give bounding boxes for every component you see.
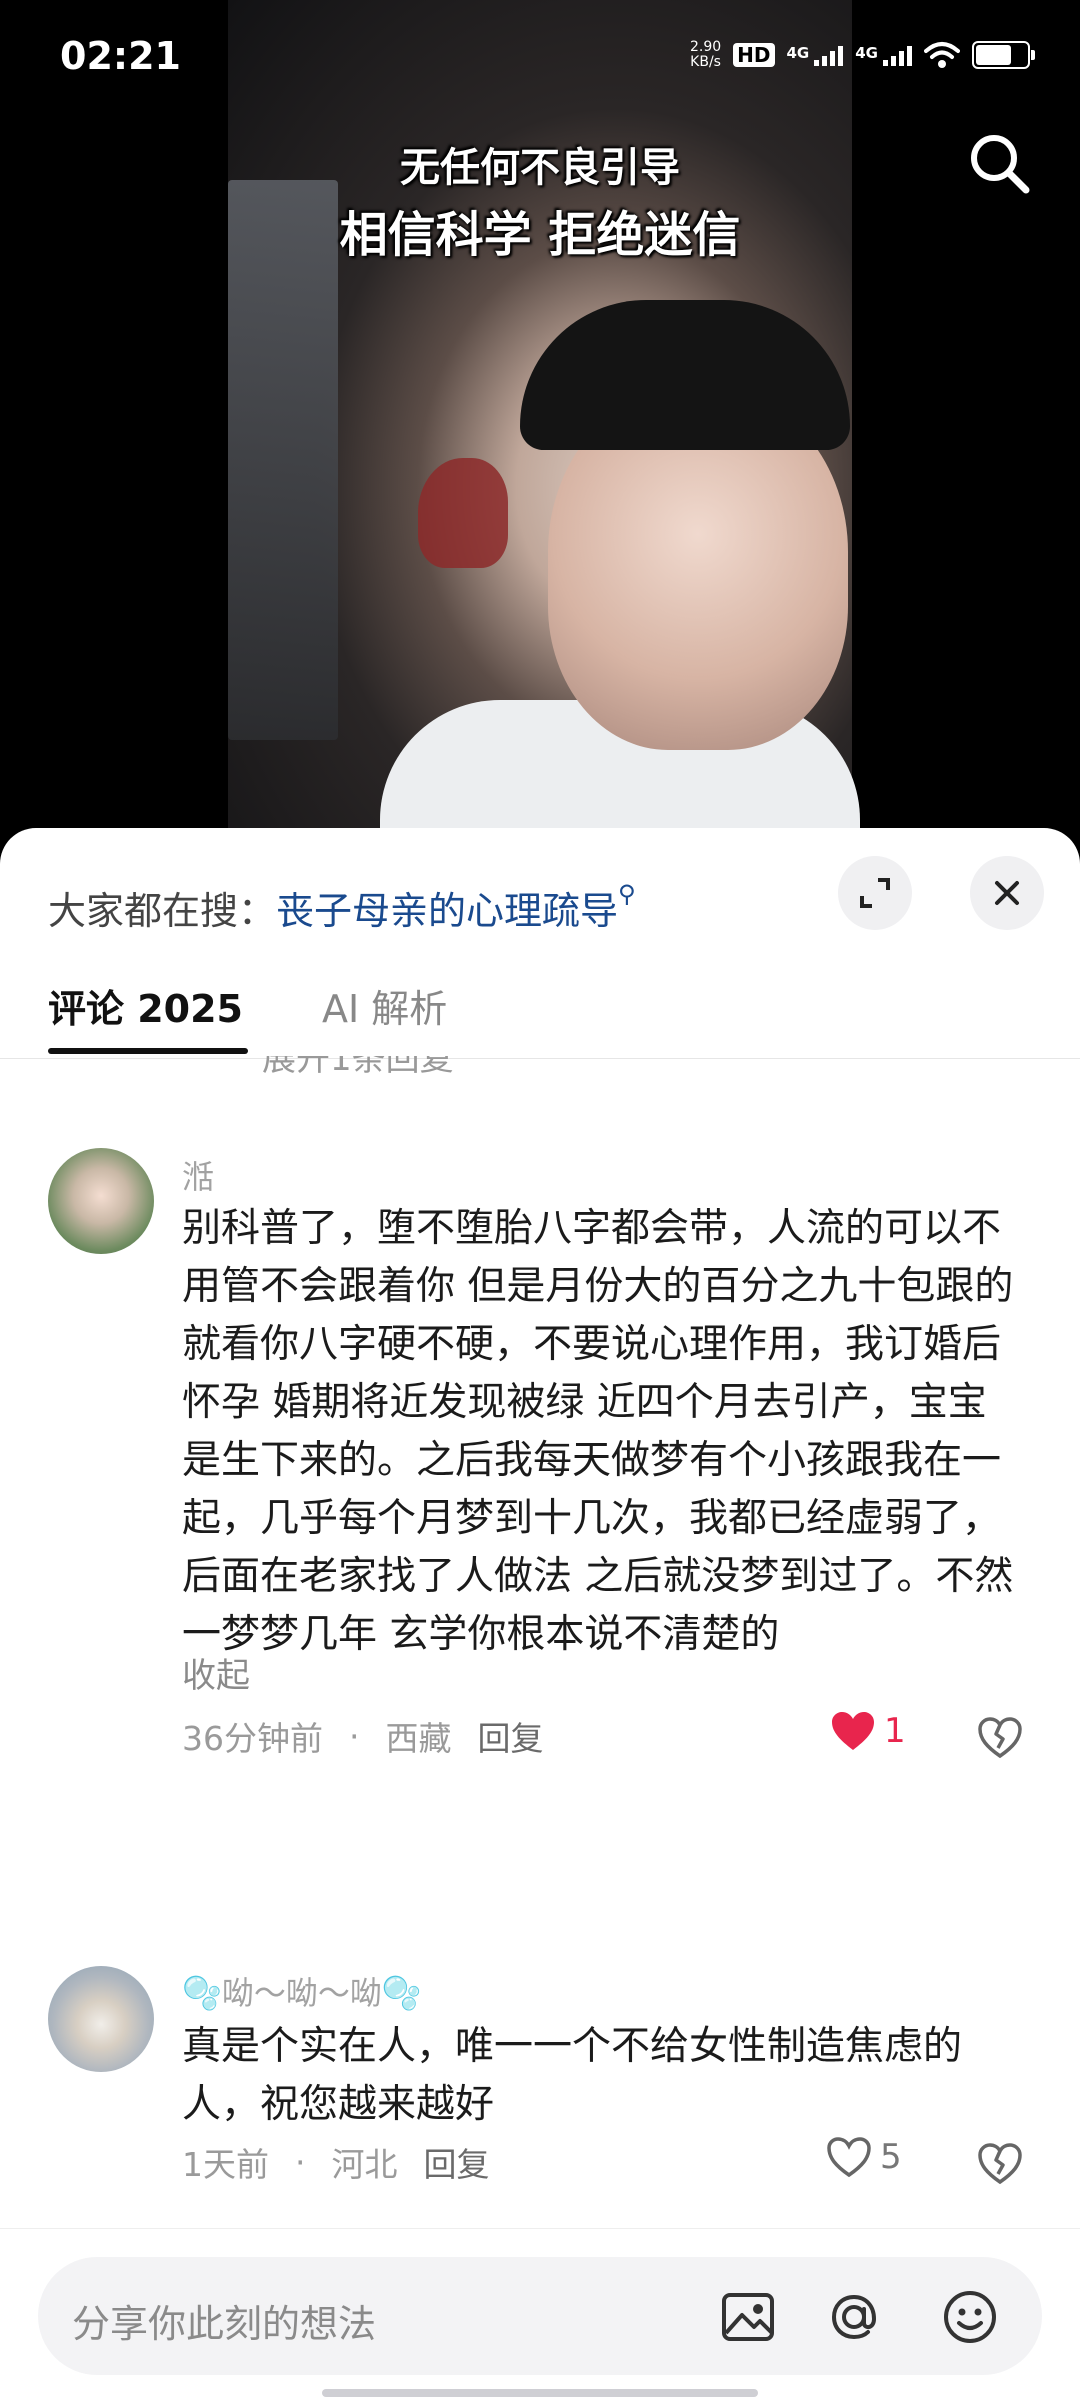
collapse-link[interactable]: 收起 [182,1648,250,1697]
meta-dot: · [349,1716,360,1756]
signal-sim1-icon: 4G [787,44,844,66]
wifi-icon [924,42,960,68]
comment-input-placeholder: 分享你此刻的想法 [72,2302,377,2346]
heart-outline-icon [827,2137,871,2178]
avatar[interactable] [48,1148,154,1254]
like-button[interactable]: 1 [830,1710,906,1752]
comment-tabs: 评论 2025 AI 解析 [0,978,1080,1059]
status-time: 02:21 [60,34,181,78]
network-speed-value: 2.90 [689,39,722,55]
heart-filled-icon [832,1712,874,1750]
dislike-icon[interactable] [976,1714,1024,1762]
comment-input[interactable]: 分享你此刻的想法 [38,2257,1042,2375]
comment-meta: 36分钟前 · 西藏 回复 [182,1712,544,1760]
video-player[interactable] [0,0,1080,840]
dislike-icon[interactable] [976,2140,1024,2188]
video-caption-line-2: 相信科学 拒绝迷信 [339,207,741,263]
hd-voice-icon: HD [733,43,775,67]
tab-ai-analysis[interactable]: AI 解析 [322,978,447,1033]
comment-username[interactable]: 湉 [182,1152,214,1198]
battery-level [976,45,1011,65]
comment-sheet: 大家都在搜：丧子母亲的心理疏导⚲ 评论 2025 AI 解析 展开1条回复 湉 … [0,828,1080,2400]
network-speed-unit: KB/s [690,54,721,70]
like-count: 1 [884,1711,906,1751]
meta-dot: · [295,2142,306,2182]
home-indicator[interactable] [322,2389,758,2397]
search-small-icon: ⚲ [618,880,636,908]
network-speed: 2.90 KB/s [690,40,721,70]
tab-comments[interactable]: 评论 2025 [48,978,243,1033]
search-suggestion-prefix: 大家都在搜： [48,889,277,933]
expand-replies-link[interactable]: 展开1条回复 [262,1056,454,1078]
close-icon [995,881,1019,905]
expand-icon [860,878,890,908]
comment-time: 36分钟前 [182,1719,323,1758]
comment-text[interactable]: 别科普了，堕不堕胎八字都会带，人流的可以不用管不会跟着你 但是月份大的百分之九十… [182,1200,1022,1664]
comment-location: 西藏 [385,1719,452,1758]
video-red-object [418,458,508,568]
expand-button[interactable] [838,856,912,930]
search-suggestion[interactable]: 大家都在搜：丧子母亲的心理疏导⚲ [48,880,636,935]
status-bar: 02:21 2.90 KB/s HD 4G 4G [0,0,1080,110]
active-tab-indicator [48,1048,248,1054]
signal-sim2-icon: 4G [855,44,912,66]
battery-icon [972,41,1035,69]
avatar[interactable] [48,1966,154,2072]
mention-icon[interactable] [822,2285,886,2349]
like-button[interactable]: 5 [826,2136,902,2178]
comment-location: 河北 [331,2145,398,2184]
emoji-icon[interactable] [938,2285,1002,2349]
search-suggestion-query[interactable]: 丧子母亲的心理疏导 [276,889,618,933]
comment-username[interactable]: 🫧呦～呦～呦🫧 [182,1968,422,2014]
status-icons: 2.90 KB/s HD 4G 4G [690,40,1035,70]
reply-button[interactable]: 回复 [478,1712,544,1760]
reply-button[interactable]: 回复 [424,2138,490,2186]
comment-time: 1天前 [182,2145,269,2184]
like-count: 5 [880,2137,902,2177]
search-icon[interactable] [964,128,1034,198]
comment-text[interactable]: 真是个实在人，唯一一个不给女性制造焦虑的人，祝您越来越好 [182,2018,1022,2134]
image-picker-icon[interactable] [716,2285,780,2349]
comment-input-bar: 分享你此刻的想法 [0,2228,1080,2401]
comment-meta: 1天前 · 河北 回复 [182,2138,490,2186]
close-button[interactable] [970,856,1044,930]
video-caption-line-1: 无任何不良引导 [400,145,680,191]
